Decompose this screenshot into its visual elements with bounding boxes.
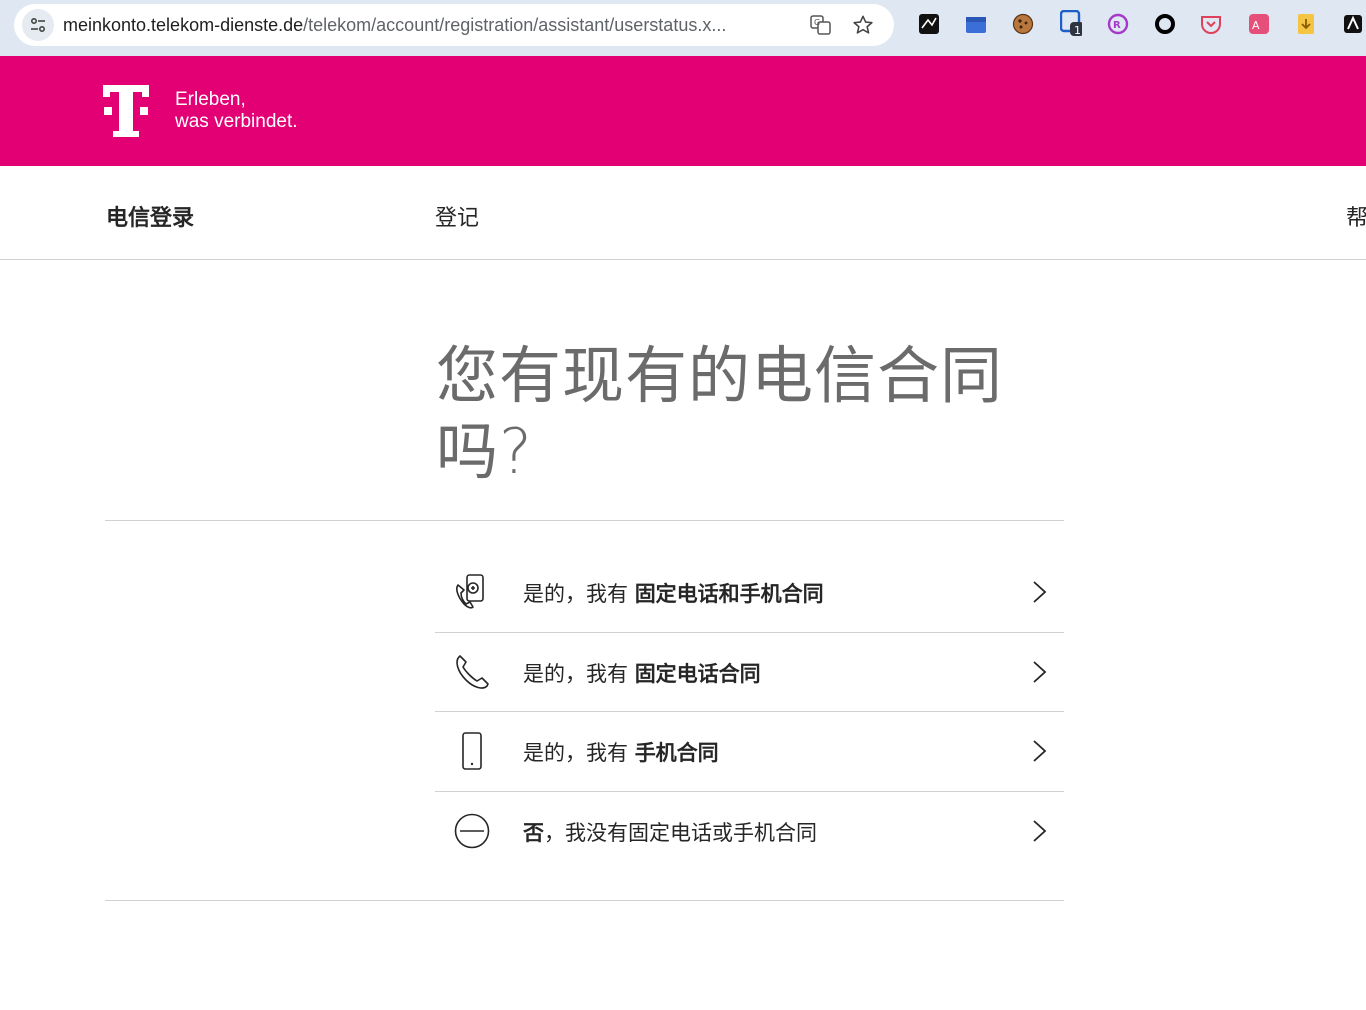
svg-text:A: A (1252, 19, 1260, 32)
option-label: 是的，我有 手机合同 (523, 737, 719, 767)
extension-translate-icon[interactable]: A (1248, 13, 1270, 35)
nav-link-register[interactable]: 登记 (435, 200, 479, 232)
brand-slogan: Erleben, was verbindet. (175, 89, 298, 133)
url-host: meinkonto.telekom-dienste.de (63, 15, 304, 35)
minus-circle-icon (454, 813, 490, 848)
option-prefix: 是的，我有 (523, 661, 635, 686)
slogan-line-1: Erleben, (175, 89, 246, 110)
extension-ring-icon[interactable] (1154, 13, 1176, 35)
option-label: 否，我没有固定电话或手机合同 (523, 817, 817, 847)
nav-title-telekom-login[interactable]: 电信登录 (106, 200, 194, 232)
nav-link-help[interactable]: 帮 (1346, 200, 1366, 232)
svg-text:G: G (814, 18, 820, 27)
divider-top (105, 520, 1064, 521)
extension-download-icon[interactable] (1295, 13, 1317, 35)
slogan-line-2: was verbindet. (175, 111, 298, 132)
address-bar[interactable]: meinkonto.telekom-dienste.de/telekom/acc… (14, 4, 894, 46)
url-path: /telekom/account/registration/assistant/… (303, 15, 727, 35)
divider-bottom (105, 900, 1064, 901)
sub-navigation: 电信登录 登记 帮 (0, 166, 1366, 260)
extension-gradient-icon[interactable] (918, 13, 940, 35)
option-bold-text: 固定电话合同 (634, 661, 761, 686)
cookie-extension-icon[interactable] (1012, 13, 1034, 35)
telekom-t-logo[interactable] (103, 85, 149, 137)
extension-dark-icon[interactable] (1342, 13, 1364, 35)
option-prefix: 是的，我有 (523, 741, 635, 765)
option-prefix: 是的，我有 (523, 582, 635, 606)
svg-text:R: R (1113, 20, 1121, 31)
extension-calendar-icon[interactable] (965, 13, 987, 35)
svg-text:1: 1 (1074, 24, 1081, 37)
extension-badge-icon[interactable]: 1 (1060, 10, 1082, 37)
translate-icon[interactable]: G (809, 13, 833, 37)
extension-circle-icon[interactable]: R (1107, 13, 1129, 35)
bookmark-star-icon[interactable] (851, 13, 875, 37)
site-info-icon[interactable] (22, 9, 54, 41)
option-suffix: ，我没有固定电话或手机合同 (544, 820, 817, 845)
page-title: 您有现有的电信合同吗? (436, 339, 1004, 488)
option-landline-and-mobile[interactable]: 是的，我有 固定电话和手机合同 (435, 553, 1064, 633)
contract-options-list: 是的，我有 固定电话和手机合同 是的，我有 固定电话合同 是的，我有 手机合同 … (435, 553, 1064, 871)
option-landline[interactable]: 是的，我有 固定电话合同 (435, 633, 1064, 712)
option-label: 是的，我有 固定电话和手机合同 (523, 578, 824, 608)
option-bold-text: 手机合同 (634, 741, 719, 765)
pocket-icon[interactable] (1200, 13, 1222, 35)
option-bold-text: 固定电话和手机合同 (634, 582, 824, 606)
chevron-right-icon (1033, 660, 1047, 683)
chevron-right-icon (1033, 819, 1047, 842)
chevron-right-icon (1033, 740, 1047, 762)
mobile-phone-icon (462, 732, 482, 770)
option-no-contract[interactable]: 否，我没有固定电话或手机合同 (435, 792, 1064, 872)
option-label: 是的，我有 固定电话合同 (523, 658, 761, 688)
landline-phone-icon (456, 654, 489, 689)
chevron-right-icon (1033, 581, 1047, 603)
option-mobile[interactable]: 是的，我有 手机合同 (435, 712, 1064, 792)
url-text[interactable]: meinkonto.telekom-dienste.de/telekom/acc… (63, 15, 803, 36)
option-bold-text: 否 (523, 820, 544, 845)
browser-toolbar: meinkonto.telekom-dienste.de/telekom/acc… (0, 0, 1366, 56)
landline-and-mobile-icon (456, 574, 484, 609)
